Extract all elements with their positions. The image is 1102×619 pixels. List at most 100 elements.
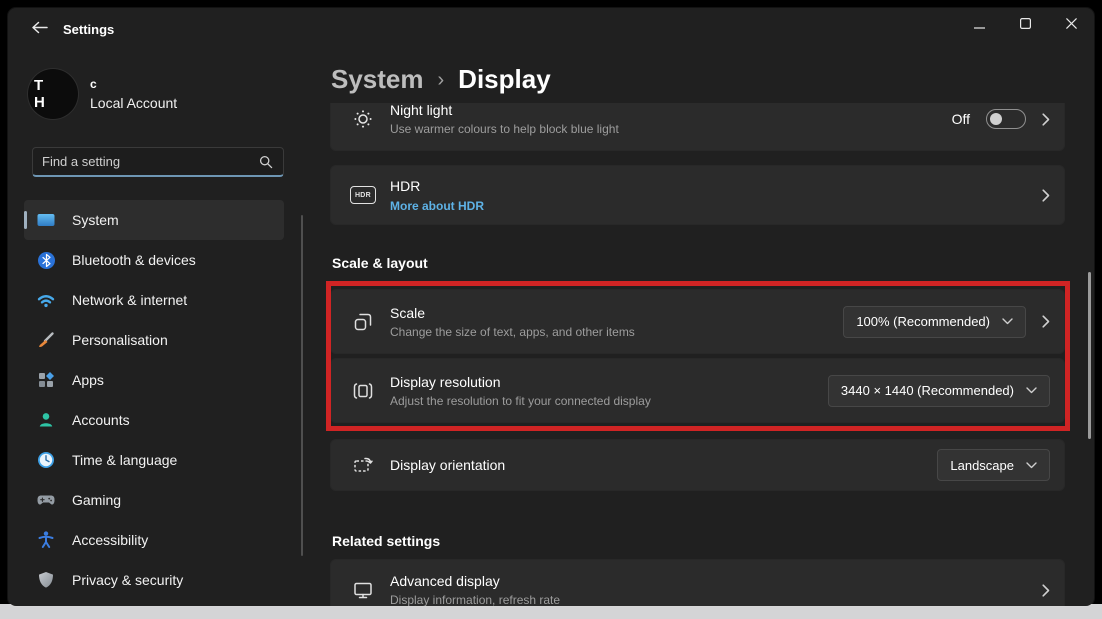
search-input[interactable] xyxy=(33,154,259,169)
night-light-subtitle: Use warmer colours to help block blue li… xyxy=(390,121,619,137)
sidebar-item-label: System xyxy=(72,212,119,228)
sidebar-item-privacy-security[interactable]: Privacy & security xyxy=(24,560,284,600)
maximize-button[interactable] xyxy=(1002,8,1048,42)
night-light-icon xyxy=(350,106,376,132)
scale-subtitle: Change the size of text, apps, and other… xyxy=(390,324,635,340)
search-icon xyxy=(259,155,273,169)
chevron-down-icon xyxy=(1002,318,1013,325)
scale-title: Scale xyxy=(390,304,635,322)
hdr-row[interactable]: HDR HDR More about HDR xyxy=(331,166,1064,224)
night-light-text: Night light Use warmer colours to help b… xyxy=(390,103,619,137)
section-related-settings: Related settings xyxy=(332,533,440,549)
bluetooth-icon xyxy=(36,250,56,270)
sidebar-item-accessibility[interactable]: Accessibility xyxy=(24,520,284,560)
desktop-background-strip xyxy=(0,604,1102,619)
night-light-title: Night light xyxy=(390,103,619,119)
system-icon xyxy=(36,210,56,230)
back-arrow-icon xyxy=(31,21,48,39)
account-text: c Local Account xyxy=(90,77,177,111)
breadcrumb: System › Display xyxy=(331,64,551,95)
chevron-right-icon xyxy=(1042,189,1050,202)
advanced-display-icon xyxy=(350,577,376,603)
chevron-down-icon xyxy=(1026,462,1037,469)
accessibility-icon xyxy=(36,530,56,550)
display-resolution-icon xyxy=(350,378,376,404)
scale-icon xyxy=(350,309,376,335)
night-light-row[interactable]: Night light Use warmer colours to help b… xyxy=(331,103,1064,150)
toggle-knob xyxy=(990,113,1002,125)
section-scale-layout: Scale & layout xyxy=(332,255,428,271)
resolution-dropdown[interactable]: 3440 × 1440 (Recommended) xyxy=(828,375,1050,407)
close-button[interactable] xyxy=(1048,8,1094,42)
orientation-dropdown-value: Landscape xyxy=(950,458,1014,473)
orientation-dropdown[interactable]: Landscape xyxy=(937,449,1050,481)
account-type: Local Account xyxy=(90,95,177,111)
hdr-text: HDR More about HDR xyxy=(390,177,484,214)
sidebar-item-bluetooth-devices[interactable]: Bluetooth & devices xyxy=(24,240,284,280)
search-box xyxy=(32,147,284,177)
sidebar-item-personalisation[interactable]: Personalisation xyxy=(24,320,284,360)
network-icon xyxy=(36,290,56,310)
hdr-icon: HDR xyxy=(350,182,376,208)
chevron-right-icon xyxy=(1042,315,1050,328)
display-orientation-icon xyxy=(350,452,376,478)
sidebar-item-accounts[interactable]: Accounts xyxy=(24,400,284,440)
app-title: Settings xyxy=(63,22,114,37)
display-resolution-title: Display resolution xyxy=(390,373,651,391)
personalisation-icon xyxy=(36,330,56,350)
sidebar-item-label: Apps xyxy=(72,372,104,388)
sidebar-nav: System Bluetooth & devices Network & int… xyxy=(24,200,284,600)
sidebar-item-network-internet[interactable]: Network & internet xyxy=(24,280,284,320)
advanced-display-text: Advanced display Display information, re… xyxy=(390,572,560,606)
main-scrollbar[interactable] xyxy=(1088,272,1091,439)
time-language-icon xyxy=(36,450,56,470)
page-title: Display xyxy=(458,64,551,95)
sidebar-item-gaming[interactable]: Gaming xyxy=(24,480,284,520)
breadcrumb-separator-icon: › xyxy=(438,69,445,92)
display-resolution-row[interactable]: Display resolution Adjust the resolution… xyxy=(331,359,1064,422)
gaming-icon xyxy=(36,490,56,510)
scale-text: Scale Change the size of text, apps, and… xyxy=(390,304,635,340)
scale-row[interactable]: Scale Change the size of text, apps, and… xyxy=(331,290,1064,353)
account-name: c xyxy=(90,77,177,91)
sidebar-item-label: Accounts xyxy=(72,412,130,428)
sidebar-item-apps[interactable]: Apps xyxy=(24,360,284,400)
breadcrumb-system[interactable]: System xyxy=(331,64,424,95)
display-resolution-text: Display resolution Adjust the resolution… xyxy=(390,373,651,409)
minimize-icon xyxy=(974,16,985,34)
scale-dropdown-value: 100% (Recommended) xyxy=(856,314,990,329)
sidebar-scrollbar[interactable] xyxy=(301,215,303,556)
minimize-button[interactable] xyxy=(956,8,1002,42)
sidebar-item-label: Bluetooth & devices xyxy=(72,252,196,268)
sidebar-item-label: Gaming xyxy=(72,492,121,508)
hdr-badge: HDR xyxy=(350,186,376,204)
advanced-display-subtitle: Display information, refresh rate xyxy=(390,592,560,606)
resolution-dropdown-value: 3440 × 1440 (Recommended) xyxy=(841,383,1014,398)
accounts-icon xyxy=(36,410,56,430)
sidebar-item-label: Personalisation xyxy=(72,332,168,348)
window-controls xyxy=(956,8,1094,42)
advanced-display-row[interactable]: Advanced display Display information, re… xyxy=(331,560,1064,606)
sidebar-item-label: Time & language xyxy=(72,452,177,468)
display-orientation-row[interactable]: Display orientation Landscape xyxy=(331,440,1064,490)
chevron-right-icon xyxy=(1042,584,1050,597)
chevron-down-icon xyxy=(1026,387,1037,394)
chevron-right-icon xyxy=(1042,113,1050,126)
privacy-icon xyxy=(36,570,56,590)
hdr-more-link[interactable]: More about HDR xyxy=(390,198,484,214)
display-orientation-text: Display orientation xyxy=(390,456,505,474)
hdr-title: HDR xyxy=(390,177,484,195)
night-light-toggle[interactable] xyxy=(986,109,1026,129)
maximize-icon xyxy=(1020,16,1031,34)
sidebar-item-label: Accessibility xyxy=(72,532,148,548)
sidebar-item-time-language[interactable]: Time & language xyxy=(24,440,284,480)
apps-icon xyxy=(36,370,56,390)
scale-dropdown[interactable]: 100% (Recommended) xyxy=(843,306,1026,338)
account-header[interactable]: T H c Local Account xyxy=(28,68,288,120)
settings-window: Settings T H c Local Account xyxy=(8,8,1094,606)
sidebar-item-system[interactable]: System xyxy=(24,200,284,240)
back-button[interactable] xyxy=(22,18,56,42)
display-resolution-subtitle: Adjust the resolution to fit your connec… xyxy=(390,393,651,409)
sidebar-item-label: Network & internet xyxy=(72,292,187,308)
avatar: T H xyxy=(28,69,78,119)
